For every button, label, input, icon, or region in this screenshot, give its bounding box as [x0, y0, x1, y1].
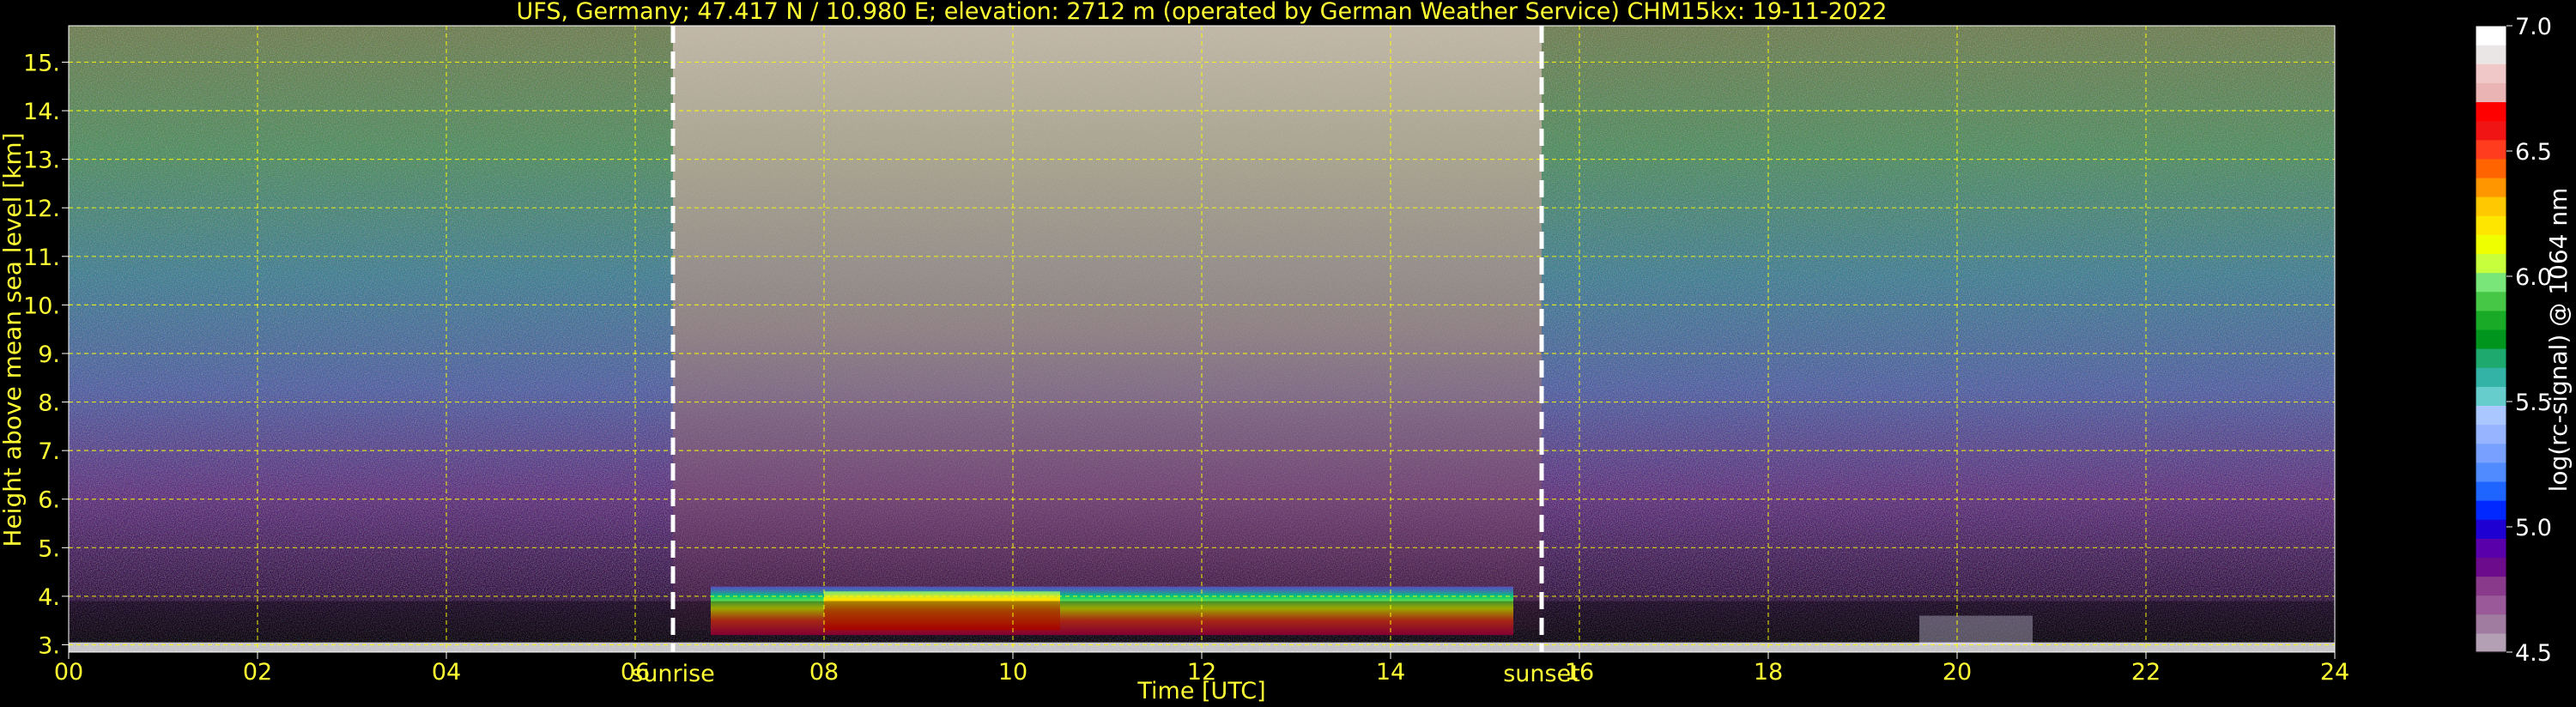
colorbar-segment [2476, 348, 2506, 368]
y-tick-label: 3. [38, 633, 60, 660]
colorbar-segment [2476, 462, 2506, 482]
colorbar-segment [2476, 82, 2506, 103]
y-tick-label: 11. [23, 245, 60, 271]
y-tick-label: 14. [23, 99, 60, 125]
colorbar-segment [2476, 480, 2506, 501]
colorbar-segment [2476, 139, 2506, 160]
x-tick-label: 24 [2320, 659, 2349, 686]
x-tick-label: 10 [998, 659, 1027, 686]
x-tick-label: 00 [54, 659, 83, 686]
colorbar-tick-label: 7.0 [2515, 14, 2552, 40]
colorbar-segment [2476, 177, 2506, 197]
colorbar-segment [2476, 386, 2506, 407]
colorbar-segment [2476, 120, 2506, 141]
colorbar-segment [2476, 101, 2506, 122]
ceilometer-chart: sunrise sunset 00 02 04 06 08 10 12 14 16 18 20 22 24… [0, 0, 2573, 704]
y-tick-label: 4. [38, 584, 60, 611]
colorbar-segment [2476, 367, 2506, 387]
colorbar-segment [2476, 272, 2506, 293]
colorbar-segment [2476, 557, 2506, 577]
colorbar-segment [2476, 329, 2506, 349]
y-axis-label: Height above mean sea level [km] [0, 132, 27, 547]
colorbar-segment [2476, 26, 2506, 45]
colorbar-segment [2476, 196, 2506, 216]
colorbar-segment [2476, 45, 2506, 64]
colorbar-segment [2476, 215, 2506, 235]
x-tick-label: 22 [2131, 659, 2161, 686]
colorbar-segment [2476, 519, 2506, 539]
colorbar-segment [2476, 405, 2506, 426]
x-tick-label: 06 [621, 659, 650, 686]
y-tick-label: 9. [38, 341, 60, 368]
x-tick-label: 08 [809, 659, 839, 686]
colorbar-segment [2476, 576, 2506, 596]
y-tick-label: 6. [38, 487, 60, 514]
y-tick-label: 12. [23, 196, 60, 222]
colorbar-segment [2476, 424, 2506, 444]
colorbar-segment [2476, 158, 2506, 178]
y-tick-label: 5. [38, 535, 60, 562]
x-tick-label: 04 [432, 659, 461, 686]
daytime-noise [673, 26, 1542, 631]
x-axis-label: Time [UTC] [1136, 678, 1265, 704]
colorbar-segment [2476, 291, 2506, 311]
colorbar-segment [2476, 538, 2506, 558]
y-tick-label: 8. [38, 390, 60, 417]
colorbar-segment [2476, 234, 2506, 255]
colorbar-label: log(rc-signal) @ 1064 nm [2544, 188, 2573, 492]
colorbar-segment [2476, 63, 2506, 83]
x-tick-label: 02 [243, 659, 272, 686]
colorbar-segment [2476, 613, 2506, 634]
y-axis: 3. 4. 5. 6. 7. 8. 9. 10. 11. 12. 13. 14. 15. [23, 50, 69, 660]
colorbar-tick-label: 6.5 [2515, 139, 2552, 166]
colorbar-segment [2476, 443, 2506, 463]
y-tick-label: 10. [23, 293, 60, 319]
y-tick-label: 15. [23, 50, 60, 76]
y-tick-label: 7. [38, 438, 60, 465]
chart-title: UFS, Germany; 47.417 N / 10.980 E; eleva… [517, 0, 1888, 25]
colorbar-tick-label: 4.5 [2515, 640, 2552, 667]
colorbar-segment [2476, 310, 2506, 330]
x-tick-label: 16 [1565, 659, 1594, 686]
colorbar [2475, 25, 2507, 653]
colorbar-segment [2476, 500, 2506, 520]
x-tick-label: 14 [1376, 659, 1405, 686]
colorbar-segment [2476, 595, 2506, 615]
colorbar-segment [2476, 632, 2506, 653]
colorbar-segment [2476, 253, 2506, 274]
x-tick-label: 18 [1754, 659, 1783, 686]
y-tick-label: 13. [23, 148, 60, 174]
x-tick-label: 20 [1943, 659, 1972, 686]
colorbar-tick-label: 5.0 [2515, 515, 2552, 541]
